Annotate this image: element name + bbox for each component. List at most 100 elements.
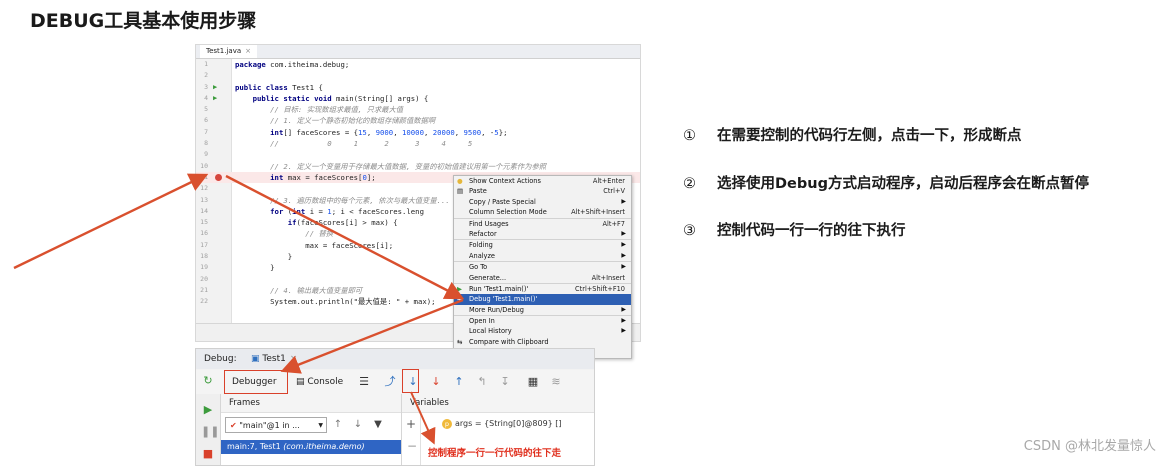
context-menu-item[interactable]: ● Show Context Actions Alt+Enter: [454, 176, 631, 186]
code-text: // 0 1 2 3 4 5: [270, 139, 473, 149]
code-line[interactable]: 9: [196, 149, 640, 160]
variable-row-args[interactable]: p args = {String[0]@809} []: [442, 419, 562, 429]
context-menu-item[interactable]: Find Usages Alt+F7: [454, 217, 631, 229]
line-number[interactable]: 18: [196, 251, 208, 262]
code-line[interactable]: 1 package com.itheima.debug;: [196, 59, 640, 70]
shortcut-label: Ctrl+Shift+F10: [575, 284, 625, 293]
shortcut-label: Alt+Shift+Insert: [571, 208, 625, 217]
context-menu-item[interactable]: Column Selection Mode Alt+Shift+Insert: [454, 207, 631, 217]
chevron-right-icon: ▶: [621, 305, 626, 313]
thread-select[interactable]: ✔ "main"@1 in ... ▼: [225, 417, 327, 433]
watermark: CSDN @林北发量惊人: [1023, 439, 1156, 454]
line-number[interactable]: 3: [196, 82, 208, 93]
code-line[interactable]: 6 // 1. 定义一个静态初始化的数组存储颜值数据啊: [196, 115, 640, 126]
line-number[interactable]: 16: [196, 228, 208, 239]
line-number[interactable]: 10: [196, 161, 208, 172]
line-number[interactable]: 13: [196, 195, 208, 206]
resume-icon[interactable]: ▶: [201, 403, 215, 417]
down-arrow-icon[interactable]: ↓: [351, 417, 365, 433]
shortcut-label: Alt+F7: [602, 219, 625, 228]
code-line[interactable]: 10 // 2. 定义一个变量用于存储最大值数据, 变量的初始值建议用第一个元素…: [196, 161, 640, 172]
line-number[interactable]: 7: [196, 127, 208, 138]
run-gutter-icon[interactable]: ▶: [213, 93, 217, 104]
line-number[interactable]: 2: [196, 70, 208, 81]
frame-row-package: (com.itheima.demo): [283, 442, 365, 451]
line-number[interactable]: 5: [196, 104, 208, 115]
trace-icon[interactable]: ≋: [548, 374, 564, 390]
context-menu-item[interactable]: Generate... Alt+Insert: [454, 273, 631, 283]
line-number[interactable]: 4: [196, 93, 208, 104]
line-number[interactable]: 15: [196, 217, 208, 228]
code-line[interactable]: 3 ▶ public class Test1 {: [196, 82, 640, 93]
line-number[interactable]: 19: [196, 262, 208, 273]
code-text: // 1. 定义一个静态初始化的数组存储颜值数据啊: [270, 116, 436, 126]
line-number[interactable]: 20: [196, 274, 208, 285]
context-menu-item[interactable]: ▶ Run 'Test1.main()' Ctrl+Shift+F10: [454, 282, 631, 294]
chevron-down-icon: ▼: [318, 422, 323, 429]
line-number[interactable]: 14: [196, 206, 208, 217]
frames-header: Frames: [221, 394, 401, 413]
context-menu-item[interactable]: ▤ Paste Ctrl+V: [454, 186, 631, 196]
chevron-right-icon: ▶: [621, 251, 626, 259]
remove-watch-icon[interactable]: −: [407, 439, 417, 453]
context-menu-item-label: Paste: [469, 187, 487, 196]
code-text: for (int i = 1; i < faceScores.leng: [270, 206, 424, 216]
add-watch-icon[interactable]: +: [406, 417, 416, 431]
frame-row[interactable]: main:7, Test1 (com.itheima.demo): [221, 440, 401, 454]
menu-icon[interactable]: ☰: [356, 374, 372, 390]
tab-console[interactable]: ▤ Console: [296, 373, 343, 391]
thread-value: "main"@1 in ...: [239, 421, 300, 430]
stop-icon[interactable]: ■: [201, 447, 215, 461]
context-menu-item[interactable]: Open In ▶: [454, 315, 631, 326]
context-menu-item[interactable]: ✱ Debug 'Test1.main()': [454, 294, 631, 305]
step-into-icon[interactable]: ↓: [428, 374, 444, 390]
pause-icon[interactable]: ❚❚: [201, 425, 219, 439]
line-number[interactable]: 9: [196, 149, 208, 160]
code-line[interactable]: 2: [196, 70, 640, 81]
line-number[interactable]: 17: [196, 240, 208, 251]
show-execution-point-icon[interactable]: ⤴: [382, 374, 398, 390]
editor-tab-test1[interactable]: Test1.java ×: [200, 45, 258, 58]
breakpoint-icon[interactable]: [215, 173, 222, 181]
up-arrow-icon[interactable]: ↑: [331, 417, 345, 433]
drop-frame-icon[interactable]: ↰: [474, 374, 490, 390]
context-menu-item[interactable]: Copy / Paste Special ▶: [454, 197, 631, 207]
chevron-right-icon: ▶: [621, 327, 626, 335]
context-menu-item[interactable]: Analyze ▶: [454, 251, 631, 261]
line-number[interactable]: 11: [196, 172, 208, 183]
line-number[interactable]: 8: [196, 138, 208, 149]
chevron-right-icon: ▶: [621, 263, 626, 271]
context-menu-item-label: Generate...: [469, 273, 507, 282]
close-icon[interactable]: ×: [290, 354, 298, 364]
frame-row-label: main:7, Test1: [227, 442, 281, 451]
code-line[interactable]: 4 ▶ public static void main(String[] args…: [196, 93, 640, 104]
context-menu-item[interactable]: Refactor ▶: [454, 229, 631, 239]
code-text: // 4. 输出最大值变量即可: [270, 285, 363, 295]
run-gutter-icon[interactable]: ▶: [213, 82, 217, 93]
code-text: // 目标: 实现数组求最值, 只求最大值: [270, 105, 404, 115]
context-menu-item[interactable]: More Run/Debug ▶: [454, 305, 631, 315]
code-text: System.out.println("最大值是: " + max);: [235, 297, 436, 307]
step-out-icon[interactable]: ↑: [451, 374, 467, 390]
code-line[interactable]: 8 // 0 1 2 3 4 5: [196, 138, 640, 149]
variables-sidebar: + −: [402, 413, 421, 465]
line-number[interactable]: 22: [196, 296, 208, 307]
context-menu-item[interactable]: Local History ▶: [454, 326, 631, 336]
debug-icon: ✱: [457, 295, 463, 304]
debug-sidebar: ▶ ❚❚ ■: [196, 394, 221, 465]
line-number[interactable]: 12: [196, 183, 208, 194]
run-to-cursor-icon[interactable]: ↧: [497, 374, 513, 390]
evaluate-icon[interactable]: ▦: [525, 374, 541, 390]
context-menu-item[interactable]: Folding ▶: [454, 239, 631, 250]
context-menu-item[interactable]: Go To ▶: [454, 261, 631, 272]
line-number[interactable]: 1: [196, 59, 208, 70]
close-icon[interactable]: ×: [245, 47, 251, 55]
filter-icon[interactable]: ▼: [371, 417, 385, 433]
line-number[interactable]: 21: [196, 285, 208, 296]
code-line[interactable]: 5 // 目标: 实现数组求最值, 只求最大值: [196, 104, 640, 115]
code-line[interactable]: 7 int[] faceScores = {15, 9000, 10000, 2…: [196, 127, 640, 138]
line-number[interactable]: 6: [196, 115, 208, 126]
rerun-icon[interactable]: ↻: [201, 374, 215, 388]
debug-tab-test1[interactable]: ▣ Test1 ×: [251, 349, 297, 369]
context-menu-item[interactable]: ⇆ Compare with Clipboard: [454, 337, 631, 347]
